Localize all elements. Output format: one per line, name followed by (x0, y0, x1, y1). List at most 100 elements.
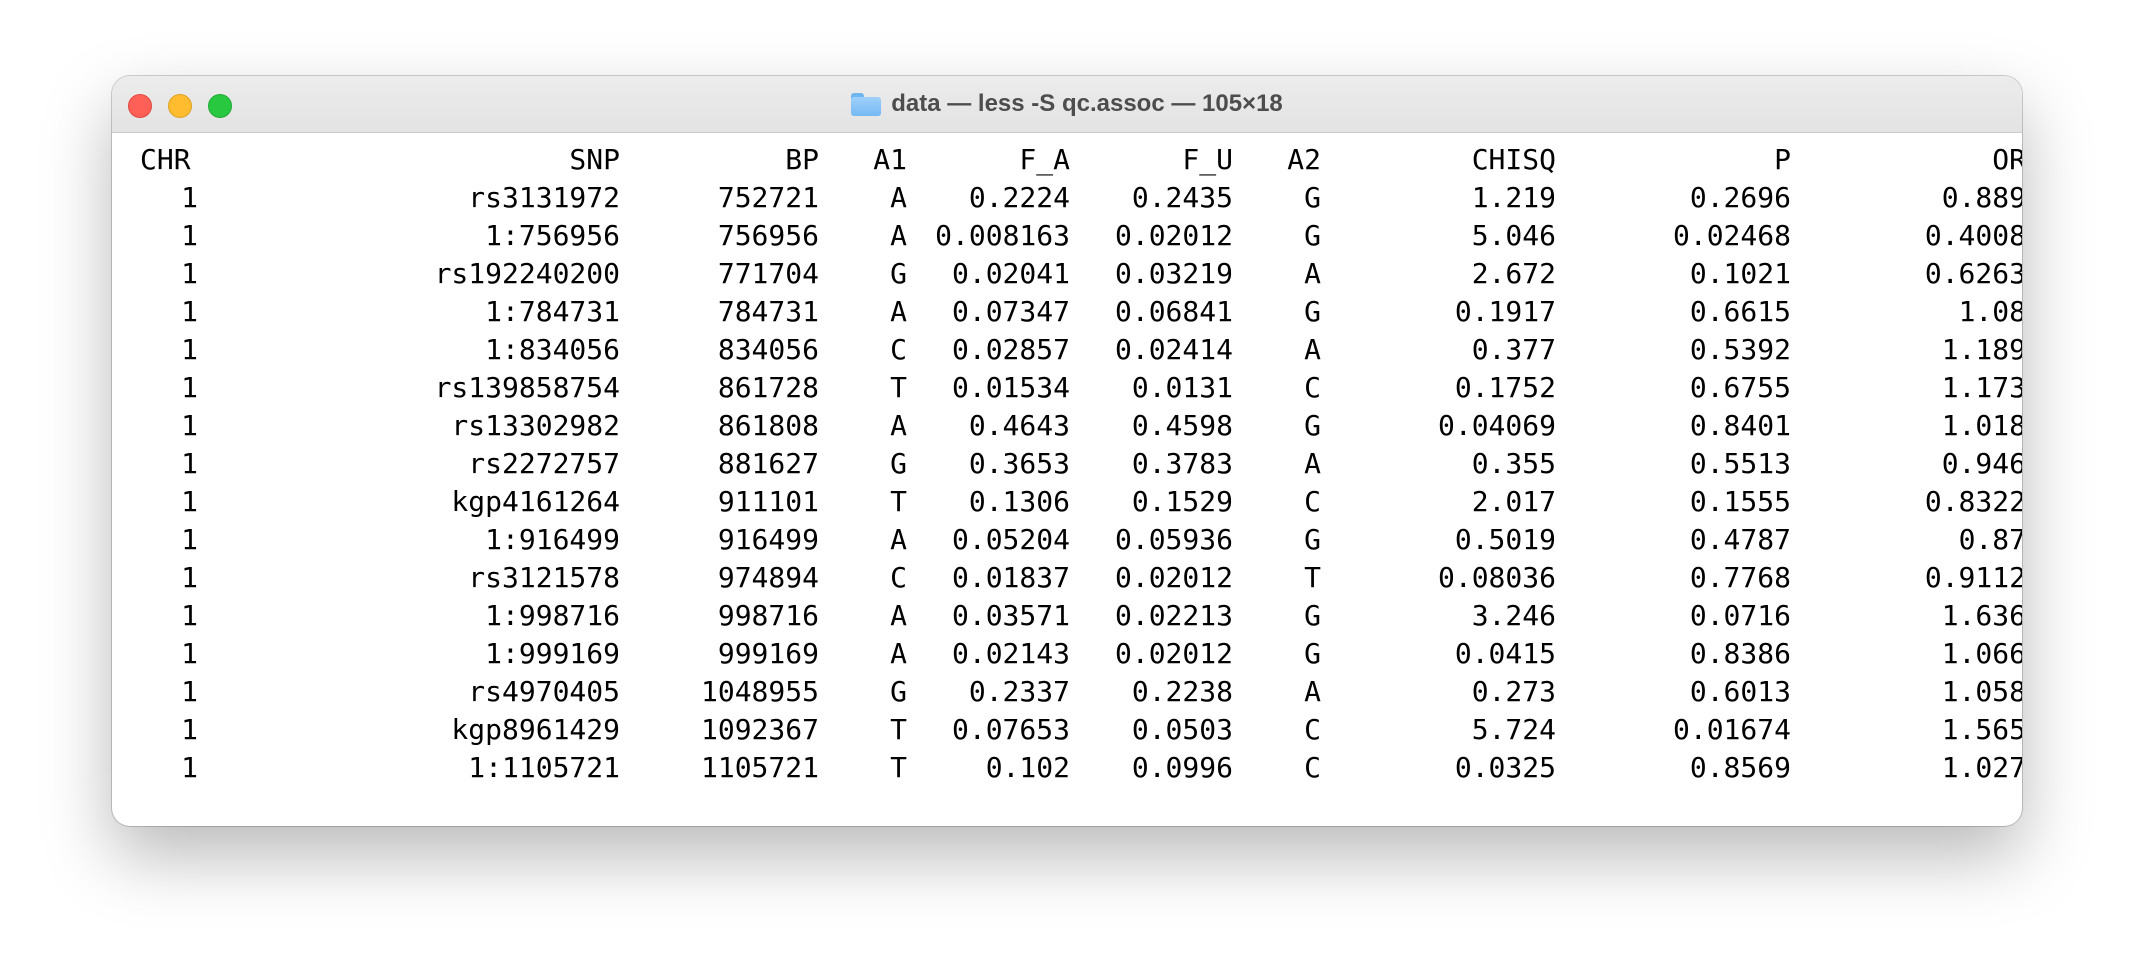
table-row: 1 rs3121578 974894 C 0.01837 0.02012 T 0.08036 0… (140, 559, 2022, 597)
cell-bp: 999169 (717, 637, 819, 670)
cell-f-a: 0.008163 (935, 219, 1070, 252)
cell-or: 1.066 (1941, 637, 2022, 670)
cell-snp: 1:998716 (485, 599, 620, 632)
cell-p: 0.6755 (1689, 371, 1791, 404)
cell-snp: kgp8961429 (451, 713, 620, 746)
cell-p: 0.5513 (1689, 447, 1791, 480)
header-p: P (1774, 143, 1791, 176)
cell-a1: A (890, 219, 907, 252)
cell-bp: 861808 (717, 409, 819, 442)
header-bp: BP (785, 143, 819, 176)
table-row: 1 kgp8961429 1092367 T 0.07653 0.0503 C 5.724 0.… (140, 711, 2022, 749)
cell-p: 0.6013 (1689, 675, 1791, 708)
cell-f-a: 0.2337 (968, 675, 1070, 708)
cell-bp: 1092367 (700, 713, 819, 746)
cell-chr: 1 (181, 447, 198, 480)
cell-f-u: 0.0996 (1131, 751, 1233, 784)
header-a2: A2 (1287, 143, 1321, 176)
cell-f-u: 0.02012 (1114, 561, 1233, 594)
cell-f-u: 0.0131 (1131, 371, 1233, 404)
cell-chr: 1 (181, 713, 198, 746)
folder-icon (851, 92, 882, 116)
cell-or: 0.889 (1941, 181, 2022, 214)
cell-f-u: 0.02012 (1114, 637, 1233, 670)
cell-chisq: 1.219 (1471, 181, 1556, 214)
cell-a1: A (890, 409, 907, 442)
cell-bp: 916499 (717, 523, 819, 556)
cell-f-a: 0.4643 (968, 409, 1070, 442)
cell-p: 0.8386 (1689, 637, 1791, 670)
cell-bp: 881627 (717, 447, 819, 480)
cell-chr: 1 (181, 523, 198, 556)
cell-chisq: 0.0415 (1454, 637, 1556, 670)
table-row: 1 1:756956 756956 A 0.008163 0.02012 G 5.046 0.0… (140, 217, 2022, 255)
cell-chisq: 5.724 (1471, 713, 1556, 746)
cell-bp: 784731 (717, 295, 819, 328)
table-row: 1 rs3131972 752721 A 0.2224 0.2435 G 1.219 0.269… (140, 179, 2022, 217)
cell-f-u: 0.2435 (1131, 181, 1233, 214)
cell-f-a: 0.02041 (951, 257, 1070, 290)
table-row: 1 1:784731 784731 A 0.07347 0.06841 G 0.1917 0.6… (140, 293, 2022, 331)
cell-f-u: 0.1529 (1131, 485, 1233, 518)
desktop: data — less -S qc.assoc — 105×18 CHR SNP B… (0, 0, 2134, 976)
cell-a2: C (1304, 371, 1321, 404)
cell-chr: 1 (181, 751, 198, 784)
cell-chisq: 0.0325 (1454, 751, 1556, 784)
cell-bp: 756956 (717, 219, 819, 252)
cell-or: 1.027 (1941, 751, 2022, 784)
window-title-group: data — less -S qc.assoc — 105×18 (112, 76, 2022, 132)
cell-p: 0.8569 (1689, 751, 1791, 784)
cell-chisq: 0.355 (1471, 447, 1556, 480)
cell-a2: A (1304, 447, 1321, 480)
cell-chisq: 0.04069 (1437, 409, 1556, 442)
cell-snp: rs139858754 (434, 371, 620, 404)
table-header-row: CHR SNP BP A1 F_A F_U A2 CHISQ P OR (140, 141, 2022, 179)
cell-chr: 1 (181, 599, 198, 632)
cell-a1: C (890, 333, 907, 366)
cell-snp: 1:999169 (485, 637, 620, 670)
cell-chr: 1 (181, 333, 198, 366)
cell-snp: 1:834056 (485, 333, 620, 366)
header-f-u: F_U (1182, 143, 1233, 176)
table-row: 1 kgp4161264 911101 T 0.1306 0.1529 C 2.017 0.15… (140, 483, 2022, 521)
cell-snp: 1:756956 (485, 219, 620, 252)
cell-a2: G (1304, 295, 1321, 328)
cell-a2: G (1304, 599, 1321, 632)
cell-bp: 752721 (717, 181, 819, 214)
table-row: 1 1:916499 916499 A 0.05204 0.05936 G 0.5019 0.4… (140, 521, 2022, 559)
cell-chisq: 2.017 (1471, 485, 1556, 518)
table-row: 1 rs4970405 1048955 G 0.2337 0.2238 A 0.273 0.60… (140, 673, 2022, 711)
cell-chisq: 2.672 (1471, 257, 1556, 290)
cell-snp: kgp4161264 (451, 485, 620, 518)
cell-chisq: 0.377 (1471, 333, 1556, 366)
cell-or: 0.87 (1958, 523, 2022, 556)
cell-bp: 998716 (717, 599, 819, 632)
assoc-table: CHR SNP BP A1 F_A F_U A2 CHISQ P OR 1 rs3131972 7527… (140, 141, 2022, 787)
cell-chr: 1 (181, 371, 198, 404)
cell-f-u: 0.4598 (1131, 409, 1233, 442)
cell-a2: G (1304, 523, 1321, 556)
cell-f-u: 0.02414 (1114, 333, 1233, 366)
cell-chr: 1 (181, 181, 198, 214)
cell-snp: rs2272757 (468, 447, 620, 480)
cell-or: 1.018 (1941, 409, 2022, 442)
cell-or: 0.946 (1941, 447, 2022, 480)
cell-p: 0.8401 (1689, 409, 1791, 442)
cell-f-u: 0.02213 (1114, 599, 1233, 632)
cell-f-a: 0.1306 (968, 485, 1070, 518)
table-row: 1 1:998716 998716 A 0.03571 0.02213 G 3.246 0.07… (140, 597, 2022, 635)
table-row: 1 1:1105721 1105721 T 0.102 0.0996 C 0.0325 0.85… (140, 749, 2022, 787)
header-chr: CHR (140, 143, 191, 176)
cell-chr: 1 (181, 257, 198, 290)
title-bar[interactable]: data — less -S qc.assoc — 105×18 (112, 76, 2022, 133)
cell-or: 1.565 (1941, 713, 2022, 746)
cell-f-u: 0.05936 (1114, 523, 1233, 556)
cell-a1: A (890, 599, 907, 632)
table-row: 1 1:834056 834056 C 0.02857 0.02414 A 0.377 0.53… (140, 331, 2022, 369)
cell-a2: A (1304, 257, 1321, 290)
cell-or: 1.636 (1941, 599, 2022, 632)
cell-chisq: 3.246 (1471, 599, 1556, 632)
cell-chisq: 0.1917 (1454, 295, 1556, 328)
cell-chisq: 5.046 (1471, 219, 1556, 252)
cell-f-u: 0.2238 (1131, 675, 1233, 708)
